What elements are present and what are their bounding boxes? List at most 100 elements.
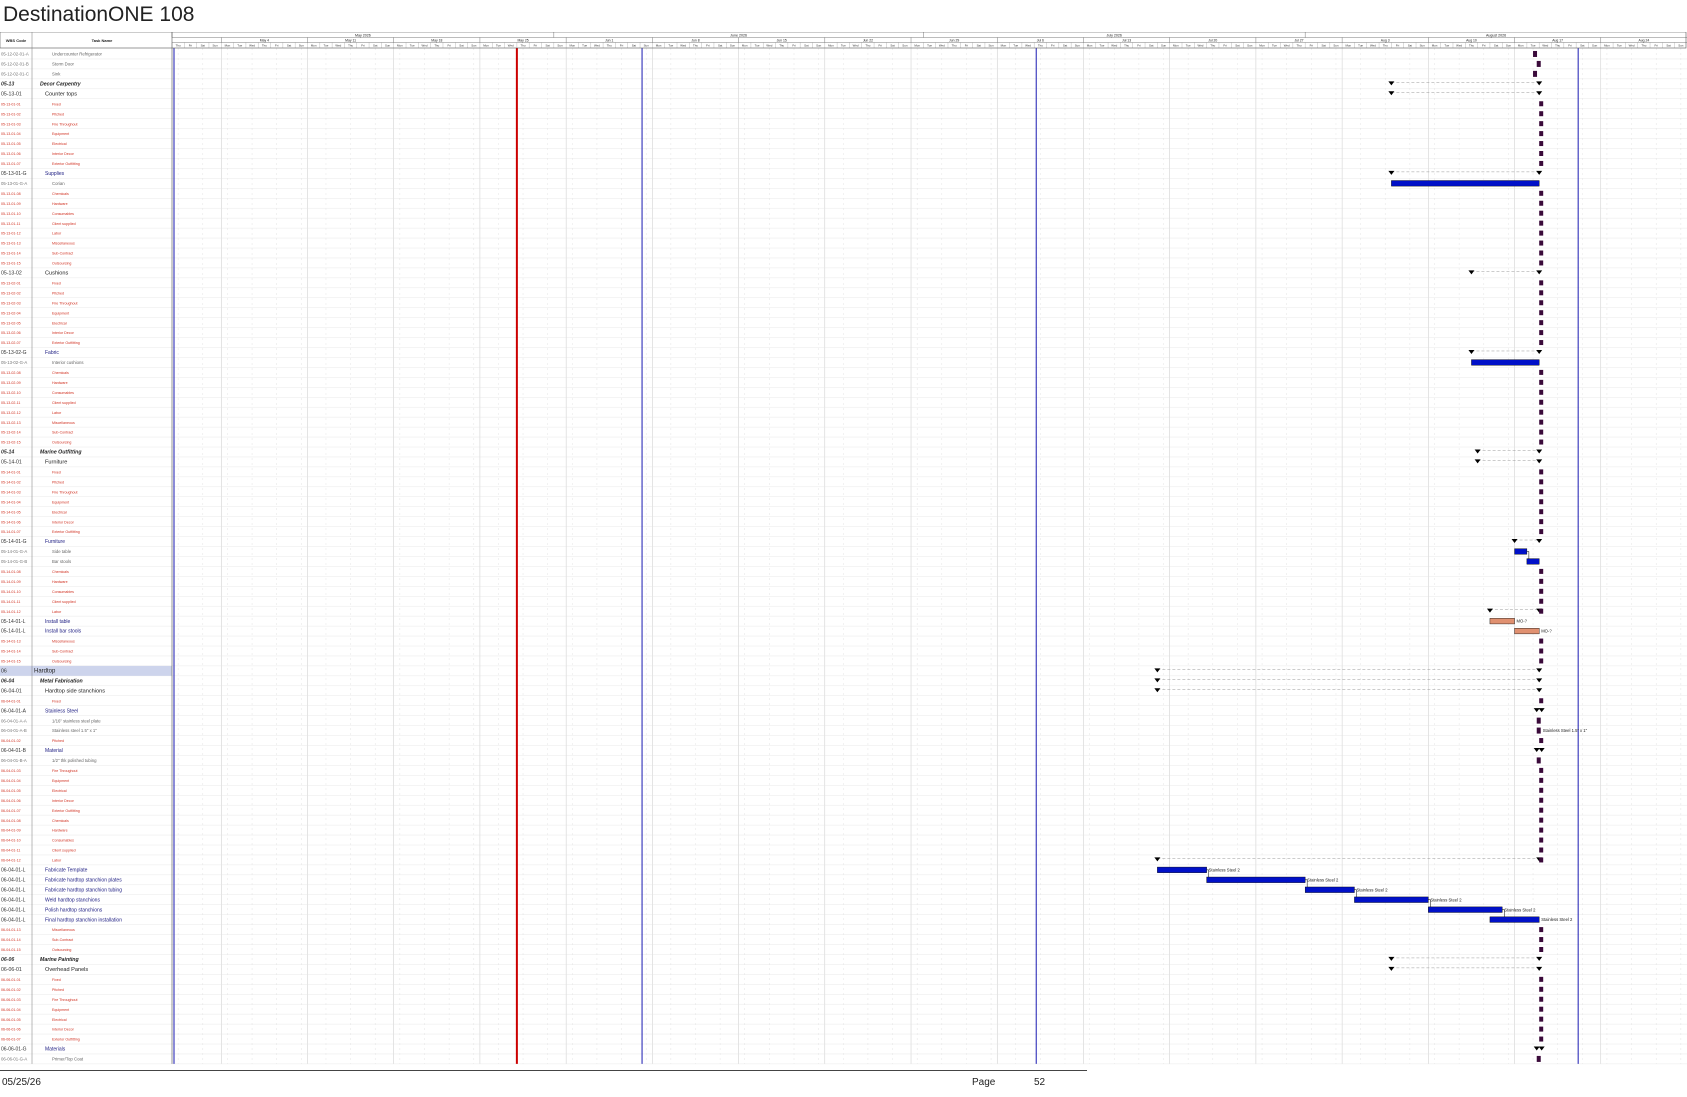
milestone-marker [1539, 190, 1544, 196]
milestone-marker [1539, 499, 1544, 505]
wbs-code: 05-13-02-05 [1, 321, 21, 325]
task-name: Hardware [52, 202, 68, 206]
day-label: Thu [1297, 44, 1302, 48]
day-label: Thu [1038, 44, 1043, 48]
wbs-code: 05-14-01-L [1, 629, 26, 635]
wbs-code: 06-06-01-04 [1, 1008, 21, 1012]
task-name: Hardware [52, 381, 68, 385]
wbs-code: 05-14-01-13 [1, 640, 21, 644]
wbs-code: 05-14-01-L [1, 619, 26, 625]
task-name: Furniture [45, 460, 67, 466]
wbs-code: 05-14-01-14 [1, 650, 21, 654]
week-label: Aug 3 [1381, 38, 1390, 42]
day-label: Mon [1345, 44, 1351, 48]
day-label: Thu [607, 44, 612, 48]
task-bar [1489, 618, 1515, 625]
milestone-marker [1539, 409, 1544, 415]
task-name: Equipment [52, 500, 69, 504]
wbs-code: 06-04-01-10 [1, 839, 21, 843]
task-name: Miscellaneous [52, 928, 75, 932]
summary-start-marker [1154, 857, 1161, 862]
milestone-marker [1539, 300, 1544, 306]
bar-resource-label: Stainless Steel 1.5" x 1" [1543, 728, 1588, 733]
wbs-code: 05-13-01-G [1, 171, 27, 177]
day-label: Wed [1284, 44, 1290, 48]
summary-end-marker [1536, 449, 1543, 454]
wbs-code: 06-04-01-06 [1, 799, 21, 803]
day-label: Tue [668, 44, 673, 48]
milestone-marker [1539, 280, 1544, 286]
wbs-code: 06 [1, 669, 7, 675]
wbs-code: 05-14-01-06 [1, 520, 21, 524]
milestone-marker [1539, 648, 1544, 654]
day-label: Wed [853, 44, 859, 48]
week-label: Jul 13 [1122, 38, 1131, 42]
summary-end-marker [1536, 678, 1543, 683]
wbs-code: 06-04-01-07 [1, 809, 21, 813]
summary-end-marker [1536, 688, 1543, 693]
task-bar [1206, 876, 1306, 883]
summary-start-marker [1154, 678, 1161, 683]
task-name: Side table [52, 549, 72, 554]
wbs-code: 05-13-02-03 [1, 301, 21, 305]
task-name: Miscellaneous [52, 242, 75, 246]
task-name: Decor Carpentry [40, 81, 82, 87]
wbs-code: 05-13-01-11 [1, 222, 20, 226]
day-label: Thu [1124, 44, 1129, 48]
day-label: Mon [397, 44, 403, 48]
task-name: Bar stools [52, 559, 71, 564]
day-label: Wed [680, 44, 686, 48]
wbs-code: 06-04-01-L [1, 917, 26, 923]
task-name: Marine Painting [40, 957, 79, 963]
task-name: Hardware [52, 580, 68, 584]
milestone-marker [1539, 230, 1544, 236]
day-label: Mon [656, 44, 662, 48]
day-label: Mon [1001, 44, 1007, 48]
task-name: Fire Throughout [52, 490, 78, 494]
milestone-marker [1539, 827, 1544, 833]
day-label: Sat [201, 44, 206, 48]
wbs-code: 05-13 [1, 81, 14, 87]
wbs-code: 05-12-02-01-C [1, 72, 29, 77]
day-label: Thu [865, 44, 870, 48]
day-label: Fri [792, 44, 796, 48]
milestone-marker [1539, 976, 1544, 982]
task-name: Weld hardtop stanchions [45, 897, 100, 903]
week-label: Jul 27 [1294, 38, 1303, 42]
wbs-code: 06-04-01-12 [1, 859, 21, 863]
day-label: Tue [1013, 44, 1018, 48]
bar-resource-label: MO-? [1541, 629, 1552, 634]
summary-end-marker [1536, 170, 1543, 175]
footer-date: 05/25/26 [2, 1077, 41, 1088]
day-label: Tue [496, 44, 501, 48]
day-label: Sat [1235, 44, 1240, 48]
day-label: Mon [1432, 44, 1438, 48]
task-name: Exterior Outfitting [52, 530, 80, 534]
day-label: Wed [422, 44, 428, 48]
wbs-code: 06-04-01-L [1, 868, 26, 874]
day-label: Mon [483, 44, 489, 48]
task-bar [1304, 886, 1355, 893]
task-name: Electrical [52, 1018, 67, 1022]
task-name: Fire Throughout [52, 769, 78, 773]
summary-start-marker [1388, 170, 1395, 175]
wbs-code: 05-13-01-G-A [1, 181, 27, 186]
week-label: Jul 20 [1208, 38, 1217, 42]
day-label: Mon [1087, 44, 1093, 48]
wbs-code: 06-04-01-L [1, 877, 26, 883]
task-bar [1354, 896, 1429, 903]
milestone-marker [1539, 379, 1544, 385]
wbs-code: 05-13-01 [1, 91, 22, 97]
week-label: Jun 29 [949, 38, 959, 42]
summary-start-marker [1154, 668, 1161, 673]
summary-start-marker [1533, 1046, 1540, 1051]
summary-start-marker [1474, 449, 1481, 454]
wbs-code: 05-13-01-02 [1, 112, 21, 116]
summary-end-marker [1536, 668, 1543, 673]
task-name: Marine Outfitting [40, 450, 82, 456]
summary-end-marker [1536, 966, 1543, 971]
task-name: Exterior Outfitting [52, 162, 80, 166]
summary-start-marker [1388, 966, 1395, 971]
wbs-code: 06-06 [1, 957, 14, 963]
wbs-code: 06-04-01-A [1, 708, 27, 714]
